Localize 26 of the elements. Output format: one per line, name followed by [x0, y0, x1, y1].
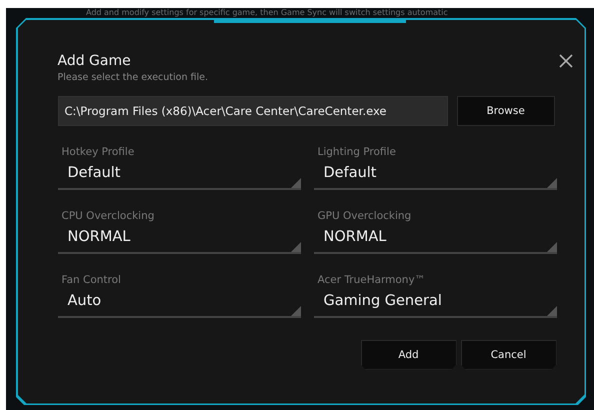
close-icon[interactable]: [558, 54, 572, 68]
field-label: Lighting Profile: [316, 146, 397, 158]
dialog-title: Add Game: [58, 52, 132, 68]
dropdown[interactable]: Gaming General: [314, 286, 556, 318]
field-label: Hotkey Profile: [60, 146, 136, 158]
dialog-subtitle: Please select the execution file.: [58, 72, 210, 82]
dropdown[interactable]: Auto: [58, 286, 300, 318]
dropdown[interactable]: NORMAL: [314, 222, 556, 254]
dropdown-corner-icon: [290, 306, 300, 316]
dropdown-corner-icon: [546, 178, 556, 188]
dialog-button[interactable]: Add: [360, 340, 456, 370]
dropdown-corner-icon: [546, 306, 556, 316]
browse-button[interactable]: Browse: [456, 96, 554, 126]
dropdown-corner-icon: [290, 242, 300, 252]
field-label: Fan Control: [60, 274, 122, 286]
dropdown[interactable]: Default: [314, 158, 556, 190]
field-label: GPU Overclocking: [316, 210, 412, 222]
file-path-field[interactable]: C:\Program Files (x86)\Acer\Care Center\CareCenter.exe: [58, 96, 448, 126]
background-description: Add and modify settings for specific game, then Game Sync will switch settings automatic: [86, 8, 448, 17]
dropdown[interactable]: NORMAL: [58, 222, 300, 254]
dropdown[interactable]: Default: [58, 158, 300, 190]
dialog-button[interactable]: Cancel: [460, 340, 556, 370]
field-label: CPU Overclocking: [60, 210, 156, 222]
dropdown-corner-icon: [290, 178, 300, 188]
dropdown-corner-icon: [546, 242, 556, 252]
field-label: Acer TrueHarmony™: [316, 274, 426, 286]
